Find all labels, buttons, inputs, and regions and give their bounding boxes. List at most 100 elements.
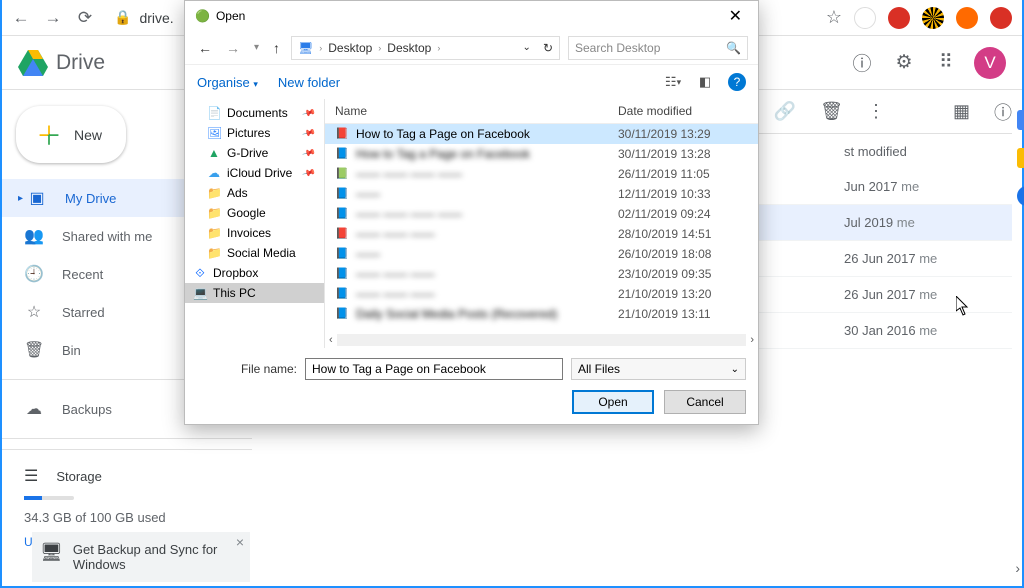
sidebar-icon: 🕘 (24, 264, 44, 284)
grid-view-icon[interactable]: ▦ (953, 101, 970, 122)
breadcrumb[interactable]: 🖥 › Desktop › Desktop › ⌄ ↻ (291, 36, 560, 60)
column-modified[interactable]: st modified (844, 144, 1004, 159)
folder-icon: 📁 (207, 227, 221, 240)
file-list-row[interactable]: 📕How to Tag a Page on Facebook30/11/2019… (325, 124, 758, 144)
tree-item[interactable]: ⟐Dropbox (185, 263, 324, 283)
tree-item[interactable]: 💻This PC (185, 283, 324, 303)
more-icon[interactable]: ⋮ (867, 101, 885, 122)
desktop-icon: 🖥 (298, 41, 313, 55)
tree-item[interactable]: 📄Documents📌 (185, 103, 324, 123)
file-date: 26/11/2019 11:05 (618, 167, 748, 181)
tree-item[interactable]: 🖼Pictures📌 (185, 123, 324, 143)
file-list-row[interactable]: 📘—— —— ——23/10/2019 09:35 (325, 264, 758, 284)
folder-icon: 📁 (207, 247, 221, 260)
lock-icon: 🔒 (114, 9, 131, 26)
file-list-row[interactable]: 📘How to Tag a Page on Facebook30/11/2019… (325, 144, 758, 164)
help-icon[interactable]: ? (728, 73, 746, 91)
side-panel-toggle[interactable]: › (1015, 560, 1020, 576)
tree-item[interactable]: 📁 Social Media (185, 243, 324, 263)
close-icon[interactable]: × (236, 534, 244, 550)
file-list-row[interactable]: 📘——12/11/2019 10:33 (325, 184, 758, 204)
tree-item[interactable]: ☁iCloud Drive📌 (185, 163, 324, 183)
file-date: 21/10/2019 13:11 (618, 307, 748, 321)
new-folder-button[interactable]: New folder (278, 75, 340, 90)
dropdown-icon[interactable]: ▾ (251, 42, 262, 53)
folder-icon: ▲ (207, 147, 221, 160)
sidebar-icon: 🗑 (24, 340, 44, 360)
file-date: 28/10/2019 14:51 (618, 227, 748, 241)
folder-tree[interactable]: 📄Documents📌🖼Pictures📌▲G-Drive📌☁iCloud Dr… (185, 99, 325, 348)
chrome-icon: 🟢 (195, 9, 210, 23)
dialog-search[interactable]: Search Desktop 🔍 (568, 36, 748, 60)
cancel-button[interactable]: Cancel (664, 390, 746, 414)
folder-icon: 📄 (207, 107, 221, 120)
extension-icon[interactable] (922, 7, 944, 29)
sidebar-label: Backups (62, 402, 112, 417)
view-mode-icon[interactable]: ☷ ▾ (664, 73, 682, 91)
file-list-row[interactable]: 📗—— —— —— ——26/11/2019 11:05 (325, 164, 758, 184)
tasks-app-icon[interactable] (1017, 186, 1024, 206)
extension-icon[interactable] (888, 7, 910, 29)
forward-icon[interactable]: → (44, 9, 62, 27)
nav-back-icon[interactable]: ← (195, 40, 215, 56)
new-button[interactable]: ＋ New (16, 106, 126, 163)
refresh-icon[interactable]: ↻ (543, 41, 553, 55)
file-list-row[interactable]: 📘——26/10/2019 18:08 (325, 244, 758, 264)
tree-item[interactable]: 📁Google (185, 203, 324, 223)
file-type-filter[interactable]: All Files⌄ (571, 358, 746, 380)
file-type-icon: 📘 (335, 187, 349, 201)
link-icon[interactable]: 🔗 (774, 101, 796, 122)
keep-app-icon[interactable] (1017, 148, 1024, 168)
help-icon[interactable]: ⓘ (850, 51, 874, 75)
tree-label: Social Media (227, 246, 296, 260)
calendar-app-icon[interactable] (1017, 110, 1024, 130)
backup-banner-text: Get Backup and Sync for Windows (73, 542, 242, 572)
backup-banner[interactable]: 🖥 Get Backup and Sync for Windows × (32, 532, 250, 582)
plus-icon: ＋ (36, 116, 62, 153)
extension-icon[interactable] (854, 7, 876, 29)
extension-icon[interactable] (990, 7, 1012, 29)
file-name: Daily Social Media Posts (Recovered) (356, 307, 611, 321)
bookmark-star-icon[interactable]: ☆ (826, 7, 842, 28)
search-icon: 🔍 (726, 41, 741, 55)
account-avatar[interactable]: V (974, 47, 1006, 79)
nav-up-icon[interactable]: ↑ (270, 40, 283, 56)
side-panel (1002, 90, 1024, 586)
file-date: 21/10/2019 13:20 (618, 287, 748, 301)
tree-label: Google (227, 206, 266, 220)
apps-icon[interactable]: ⠿ (934, 51, 958, 75)
nav-fwd-icon[interactable]: → (223, 40, 243, 56)
storage-heading[interactable]: ☰Storage (24, 466, 230, 486)
drive-logo[interactable]: Drive (18, 50, 105, 76)
file-name-input[interactable] (305, 358, 563, 380)
close-icon[interactable]: ✕ (723, 6, 748, 26)
dialog-titlebar: 🟢 Open ✕ (185, 1, 758, 31)
file-list-row[interactable]: 📘—— —— ——21/10/2019 13:20 (325, 284, 758, 304)
open-button[interactable]: Open (572, 390, 654, 414)
list-header[interactable]: Name Date modified (325, 99, 758, 124)
tree-item[interactable]: 📁Ads (185, 183, 324, 203)
organise-menu[interactable]: Organise ▾ (197, 75, 258, 90)
file-list-row[interactable]: 📘Daily Social Media Posts (Recovered)21/… (325, 304, 758, 324)
file-type-icon: 📘 (335, 287, 349, 301)
new-button-label: New (74, 127, 102, 143)
tree-item[interactable]: ▲G-Drive📌 (185, 143, 324, 163)
chevron-down-icon[interactable]: ⌄ (523, 42, 531, 53)
reload-icon[interactable]: ⟳ (76, 9, 94, 27)
chevron-right-icon: ▸ (18, 193, 23, 204)
pin-icon: 📌 (301, 125, 316, 140)
tree-item[interactable]: 📁Invoices (185, 223, 324, 243)
back-icon[interactable]: ← (12, 9, 30, 27)
file-list-row[interactable]: 📘—— —— —— ——02/11/2019 09:24 (325, 204, 758, 224)
sidebar-icon: 👥 (24, 226, 44, 246)
sidebar-label: Starred (62, 305, 105, 320)
file-date: 30/11/2019 13:28 (618, 147, 748, 161)
settings-icon[interactable]: ⚙ (892, 51, 916, 75)
extension-icon[interactable] (956, 7, 978, 29)
delete-icon[interactable]: 🗑 (820, 101, 843, 122)
preview-pane-icon[interactable]: ◧ (696, 73, 714, 91)
file-list-row[interactable]: 📕—— —— ——28/10/2019 14:51 (325, 224, 758, 244)
file-name: —— (356, 247, 611, 261)
url-text[interactable]: drive. (139, 10, 173, 26)
file-name: —— —— —— (356, 227, 611, 241)
